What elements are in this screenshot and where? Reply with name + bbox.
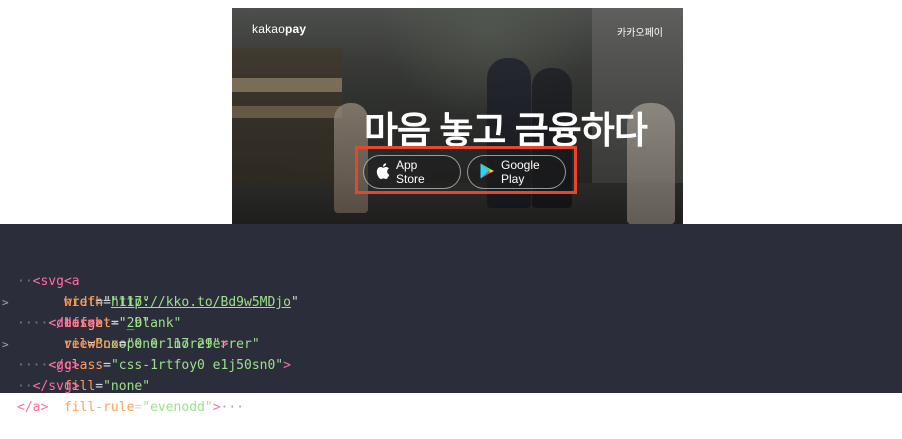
store-buttons-highlight — [355, 146, 577, 194]
code-line-anchor-close[interactable]: </a> — [0, 376, 902, 415]
code-line-defs-close[interactable]: ····</defs> — [0, 292, 902, 331]
code-line-g-collapsed[interactable]: > ····<g fill="none" fill-rule="evenodd"… — [0, 313, 902, 415]
devtools-html-panel: <a href="http://kko.to/Bd9w5MDjo" target… — [0, 224, 902, 415]
code-line-svg-open[interactable]: ··<svg width="117" height="29" viewBox="… — [0, 250, 902, 352]
code-attr: fill-rule — [63, 400, 135, 415]
collapsed-ellipsis[interactable]: ··· — [221, 400, 244, 415]
code-line-g-close[interactable]: ····</g> — [0, 334, 902, 373]
code-tag: /a — [24, 400, 41, 415]
logo-suffix: pay — [285, 22, 307, 36]
logo-prefix: kakao — [252, 22, 286, 36]
code-line-defs-collapsed[interactable]: > ····<defs>··· — [0, 271, 902, 331]
code-value: "evenodd" — [142, 400, 213, 415]
kakaopay-logo[interactable]: kakaopay — [252, 22, 306, 36]
code-line-svg-close[interactable]: ··</svg> — [0, 355, 902, 394]
code-line-anchor-open[interactable]: <a href="http://kko.to/Bd9w5MDjo" target… — [0, 229, 902, 373]
company-link[interactable]: 카카오페이 — [617, 24, 663, 39]
